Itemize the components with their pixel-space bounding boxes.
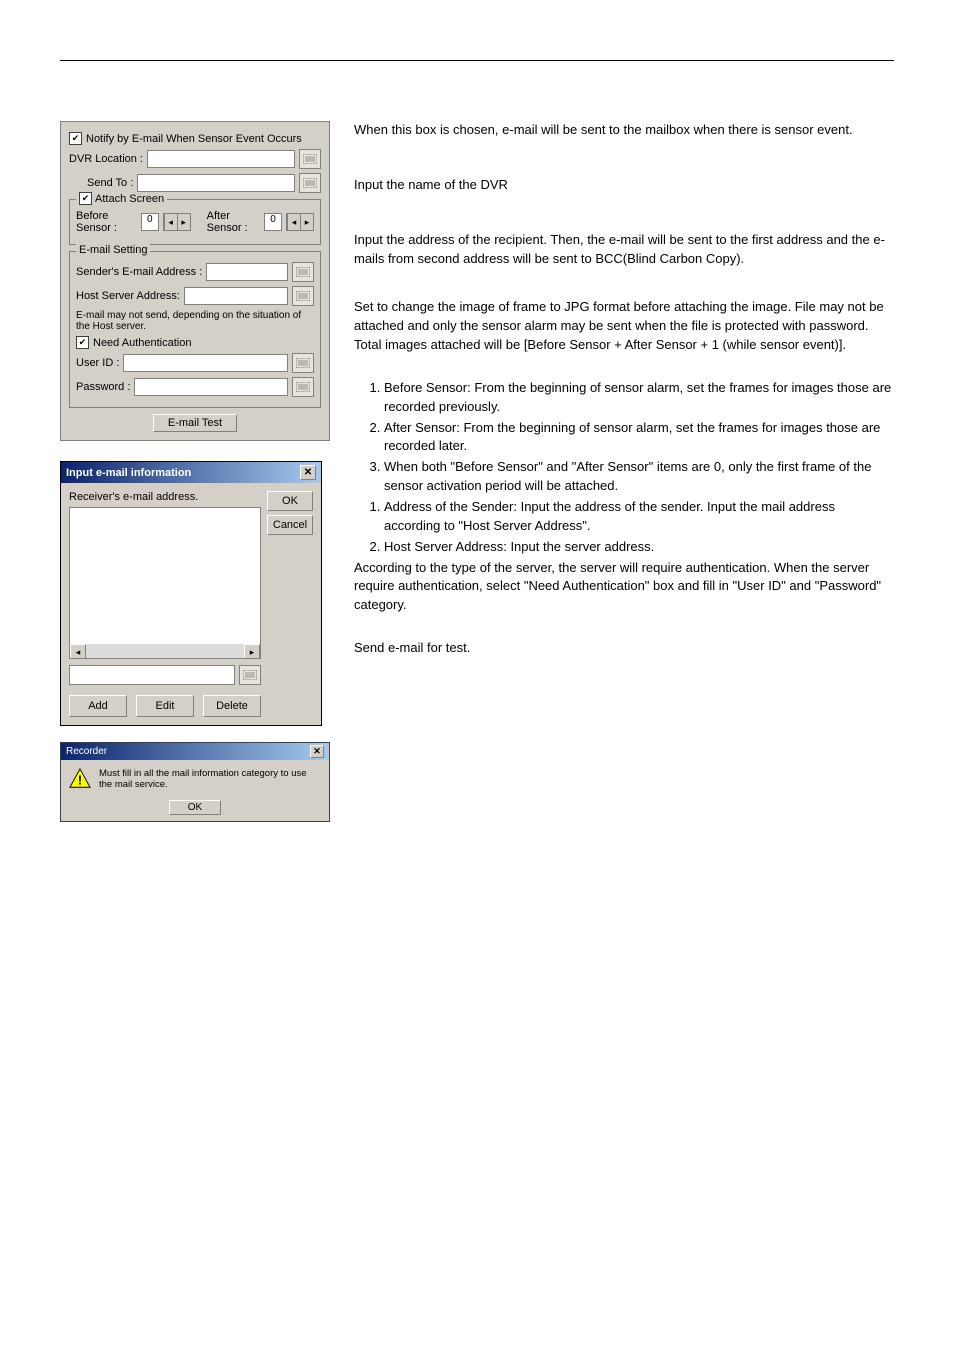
sensor-list-item: After Sensor: From the beginning of sens… (384, 419, 894, 457)
sensor-list-item: When both "Before Sensor" and "After Sen… (384, 458, 894, 496)
cancel-button[interactable]: Cancel (267, 515, 313, 535)
before-sensor-value[interactable]: 0 (141, 213, 159, 231)
host-address-label: Host Server Address: (76, 290, 180, 302)
top-rule (60, 60, 894, 61)
keyboard-icon[interactable] (292, 353, 314, 373)
keyboard-icon[interactable] (299, 149, 321, 169)
ok-button[interactable]: OK (267, 491, 313, 511)
after-sensor-value[interactable]: 0 (264, 213, 282, 231)
notify-description: When this box is chosen, e-mail will be … (354, 121, 894, 140)
email-setting-group-label: E-mail Setting (79, 244, 147, 256)
dvr-location-input[interactable] (147, 150, 295, 168)
email-settings-panel: ✔ Notify by E-mail When Sensor Event Occ… (60, 121, 330, 441)
test-description: Send e-mail for test. (354, 639, 894, 658)
after-sensor-spinner[interactable]: ◂▸ (286, 213, 314, 231)
keyboard-icon[interactable] (292, 262, 314, 282)
attach-screen-checkbox[interactable]: ✔ (79, 192, 92, 205)
edit-button[interactable]: Edit (136, 695, 194, 717)
keyboard-icon[interactable] (299, 173, 321, 193)
scroll-right-icon[interactable]: ▸ (244, 644, 260, 659)
notify-label: Notify by E-mail When Sensor Event Occur… (86, 133, 302, 145)
sender-address-label: Sender's E-mail Address : (76, 266, 202, 278)
keyboard-icon[interactable] (239, 665, 261, 685)
before-sensor-spinner[interactable]: ◂▸ (163, 213, 191, 231)
send-to-label: Send To : (87, 177, 133, 189)
recipient-description: Input the address of the recipient. Then… (354, 231, 894, 269)
user-id-label: User ID : (76, 357, 119, 369)
before-sensor-label: Before Sensor : (76, 210, 137, 234)
notify-checkbox[interactable]: ✔ (69, 132, 82, 145)
attach-screen-group: ✔ Attach Screen Before Sensor : 0 ◂▸ Aft… (69, 199, 321, 245)
recipient-listbox[interactable]: ◂ ▸ (69, 507, 261, 659)
email-test-button[interactable]: E-mail Test (153, 414, 237, 432)
input-dialog-title: Input e-mail information (66, 467, 191, 479)
dvr-description: Input the name of the DVR (354, 176, 894, 195)
sensor-list: Before Sensor: From the beginning of sen… (354, 379, 894, 496)
warning-icon: ! (69, 768, 91, 788)
add-button[interactable]: Add (69, 695, 127, 717)
recorder-dialog: Recorder ✕ ! Must fill in all the mail i… (60, 742, 330, 822)
close-icon[interactable]: ✕ (310, 745, 324, 758)
email-setting-group: E-mail Setting Sender's E-mail Address :… (69, 251, 321, 408)
recipient-input[interactable] (69, 665, 235, 685)
need-auth-checkbox[interactable]: ✔ (76, 336, 89, 349)
attach-description-2: Total images attached will be [Before Se… (354, 336, 894, 355)
dvr-location-label: DVR Location : (69, 153, 143, 165)
send-to-input[interactable] (137, 174, 295, 192)
auth-description: According to the type of the server, the… (354, 559, 894, 616)
input-dialog-message: Receiver's e-mail address. (69, 491, 261, 503)
svg-text:!: ! (78, 772, 82, 787)
attach-screen-label: Attach Screen (95, 193, 164, 205)
input-email-dialog: Input e-mail information ✕ Receiver's e-… (60, 461, 322, 726)
recorder-dialog-title: Recorder (66, 746, 107, 757)
address-list-item: Host Server Address: Input the server ad… (384, 538, 894, 557)
host-address-input[interactable] (184, 287, 288, 305)
keyboard-icon[interactable] (292, 377, 314, 397)
after-sensor-label: After Sensor : (207, 210, 260, 234)
user-id-input[interactable] (123, 354, 288, 372)
attach-description-1: Set to change the image of frame to JPG … (354, 298, 894, 336)
close-icon[interactable]: ✕ (300, 465, 316, 480)
recorder-ok-button[interactable]: OK (169, 800, 221, 815)
host-note: E-mail may not send, depending on the si… (76, 310, 314, 332)
need-auth-label: Need Authentication (93, 337, 191, 349)
scroll-left-icon[interactable]: ◂ (70, 644, 86, 659)
password-input[interactable] (134, 378, 288, 396)
delete-button[interactable]: Delete (203, 695, 261, 717)
address-list-item: Address of the Sender: Input the address… (384, 498, 894, 536)
password-label: Password : (76, 381, 130, 393)
keyboard-icon[interactable] (292, 286, 314, 306)
recorder-dialog-message: Must fill in all the mail information ca… (99, 768, 321, 790)
address-list: Address of the Sender: Input the address… (354, 498, 894, 557)
sender-address-input[interactable] (206, 263, 288, 281)
sensor-list-item: Before Sensor: From the beginning of sen… (384, 379, 894, 417)
